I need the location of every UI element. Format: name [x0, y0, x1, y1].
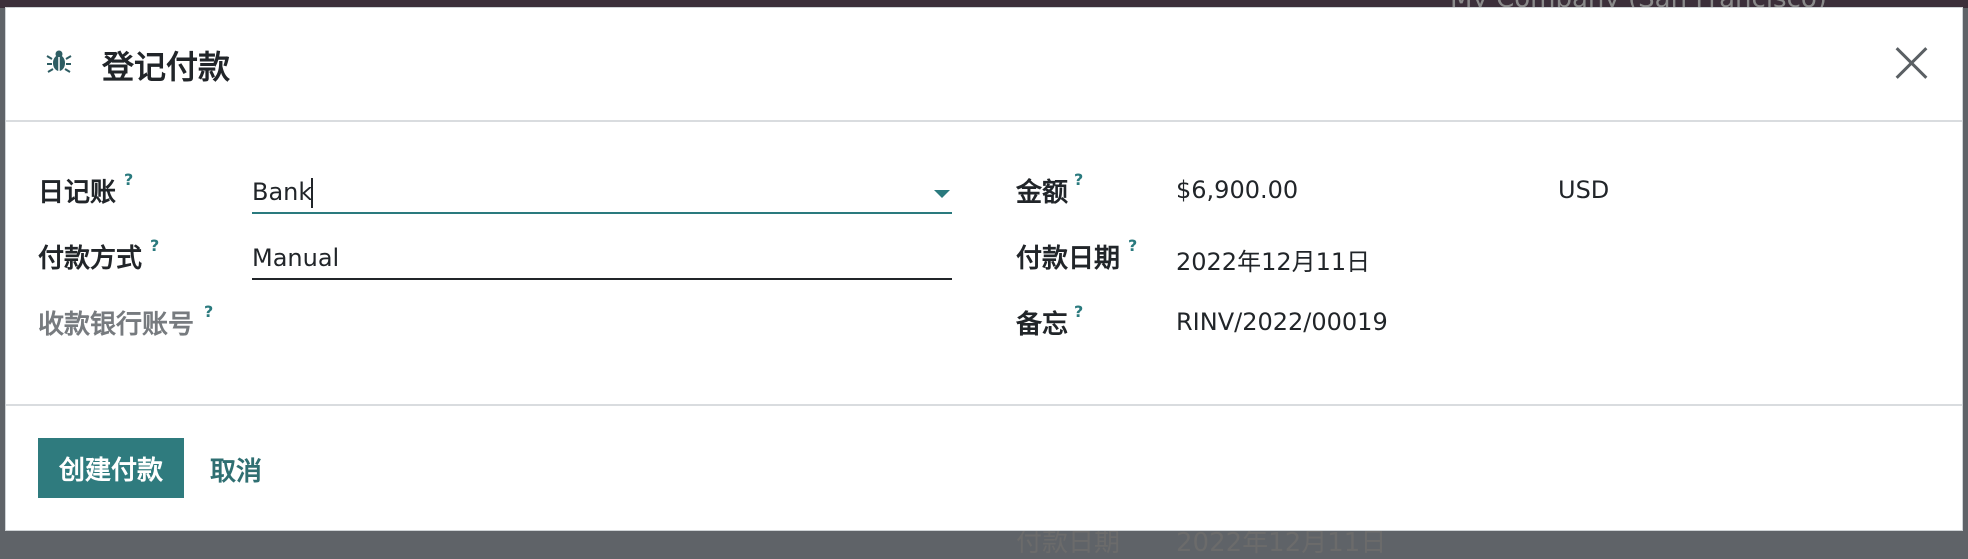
chevron-down-icon[interactable]: [934, 190, 950, 198]
memo-help-icon[interactable]: ?: [1074, 302, 1083, 321]
text-cursor: [311, 178, 313, 208]
journal-help-icon[interactable]: ?: [124, 170, 133, 189]
payment-method-help-icon[interactable]: ?: [150, 236, 159, 255]
journal-field[interactable]: [252, 172, 952, 214]
receiving-bank-account-label: 收款银行账号: [38, 310, 195, 340]
bug-icon: [46, 50, 72, 73]
dialog-title: 登记付款: [102, 48, 231, 86]
amount-help-icon[interactable]: ?: [1074, 170, 1083, 189]
dialog-header: 登记付款: [6, 8, 1962, 122]
payment-date-value[interactable]: 2022年12月11日: [1176, 242, 1370, 277]
create-payment-button[interactable]: 创建付款: [38, 438, 184, 498]
payment-date-help-icon[interactable]: ?: [1128, 236, 1137, 255]
payment-method-field[interactable]: [252, 238, 952, 280]
amount-label: 金额: [1016, 178, 1069, 208]
dialog-footer-divider: [6, 404, 1962, 406]
payment-method-label: 付款方式: [38, 244, 143, 274]
close-icon[interactable]: [1894, 46, 1928, 80]
cancel-button[interactable]: 取消: [210, 451, 262, 488]
register-payment-dialog: 登记付款 日记账 ? 付款方式 ? 收款银行账号 ? 金额 ? $6,900.0…: [6, 8, 1962, 530]
receiving-bank-account-help-icon[interactable]: ?: [204, 302, 213, 321]
memo-value[interactable]: RINV/2022/00019: [1176, 308, 1388, 336]
memo-label: 备忘: [1016, 310, 1069, 340]
amount-value[interactable]: $6,900.00: [1176, 176, 1298, 204]
payment-date-label: 付款日期: [1016, 244, 1121, 274]
journal-label: 日记账: [38, 178, 117, 208]
currency-value[interactable]: USD: [1558, 176, 1609, 204]
